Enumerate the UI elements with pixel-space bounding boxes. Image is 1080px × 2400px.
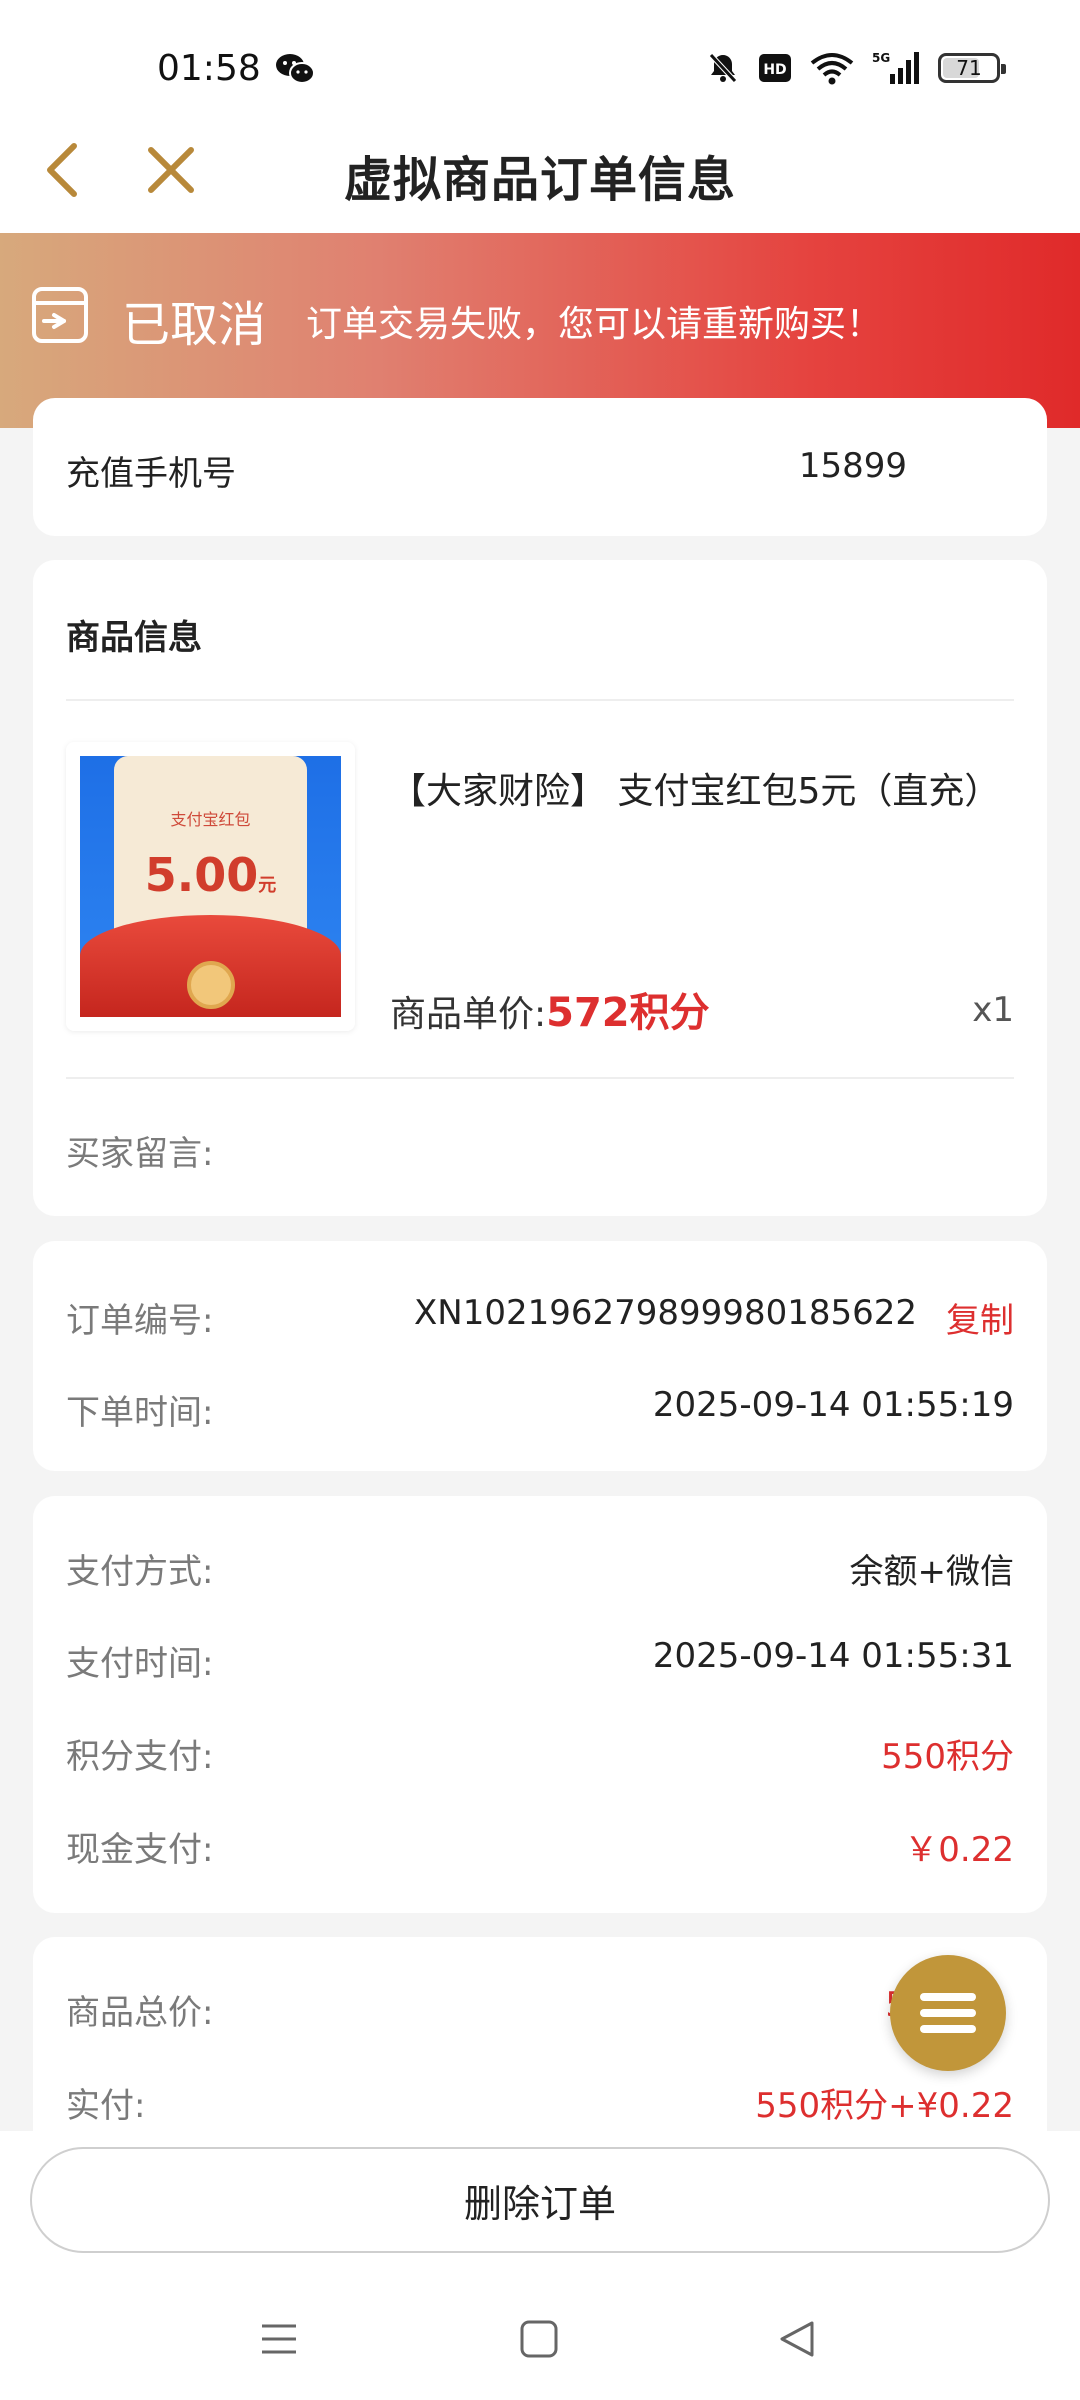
order-status-message: 订单交易失败，您可以请重新购买！: [306, 304, 883, 345]
order-number-value: XN10219627989998018562​2: [414, 1293, 917, 1333]
hd-icon: HD: [759, 54, 791, 82]
wechat-icon: [276, 54, 315, 84]
svg-text:HD: HD: [763, 62, 786, 78]
product-price: 商品单价:572积分: [390, 990, 710, 1036]
product-info-card: 商品信息 支付宝红包 5.00元 【大家财险】 支付宝红包5元（直充） 商品单价…: [33, 560, 1047, 1216]
payment-time-value: 2025-09-14 01:55:31: [652, 1636, 1014, 1676]
paid-value: 550积分+¥0.22: [755, 2086, 1014, 2126]
bottom-action-bar: 删除订单: [0, 2131, 1080, 2400]
paid-label: 实付:: [66, 2086, 146, 2126]
nav-home-icon[interactable]: [518, 2318, 560, 2360]
total-price-label: 商品总价:: [66, 1993, 214, 2033]
signal-5g-icon: 5G: [872, 51, 919, 84]
status-bar: 01:58 HD 5G 71: [0, 0, 1080, 130]
payment-method-value: 余额+微信: [849, 1552, 1015, 1592]
recharge-phone-value: 15899: [798, 446, 907, 486]
buyer-note-label: 买家留言:: [66, 1134, 214, 1174]
points-payment-value: 550积分: [881, 1737, 1014, 1777]
order-status-icon: [32, 287, 88, 343]
product-section-title: 商品信息: [66, 618, 202, 658]
wifi-icon: [810, 53, 854, 85]
nav-back-icon[interactable]: [776, 2318, 818, 2360]
payment-info-card: 支付方式: 余额+微信 支付时间: 2025-09-14 01:55:31 积分…: [33, 1496, 1047, 1913]
divider: [66, 699, 1014, 701]
order-number-label: 订单编号:: [66, 1301, 214, 1341]
page-title: 虚拟商品订单信息: [343, 152, 736, 208]
floating-menu-button[interactable]: [890, 1955, 1006, 2071]
menu-icon: [920, 1993, 976, 2033]
order-time-value: 2025-09-14 01:55:19: [652, 1385, 1014, 1425]
divider: [66, 1077, 1014, 1079]
points-payment-label: 积分支付:: [66, 1737, 214, 1777]
product-price-value: 572积分: [546, 990, 710, 1036]
battery-indicator: 71: [938, 53, 1006, 83]
order-detail-page: 01:58 HD 5G 71 虚拟商品订单信息 已取消 订单交易失败，您可以请重…: [0, 0, 1080, 2400]
product-quantity: x1: [972, 990, 1014, 1030]
payment-time-label: 支付时间:: [66, 1644, 214, 1684]
product-thumbnail[interactable]: 支付宝红包 5.00元: [66, 742, 355, 1031]
title-bar: 虚拟商品订单信息: [0, 130, 1080, 233]
svg-text:5G: 5G: [872, 51, 890, 65]
thumb-amount: 5.00元: [144, 848, 277, 902]
recharge-phone-card: 充值手机号 15899: [33, 398, 1047, 536]
product-name: 【大家财险】 支付宝红包5元（直充）: [390, 771, 1001, 812]
coin-icon: [187, 961, 235, 1009]
cash-payment-label: 现金支付:: [66, 1830, 214, 1870]
order-time-label: 下单时间:: [66, 1393, 214, 1433]
status-time: 01:58: [157, 48, 261, 89]
mute-bell-icon: [709, 53, 737, 83]
nav-menu-icon[interactable]: [258, 2318, 300, 2360]
order-status-text: 已取消: [122, 297, 267, 353]
status-icons: HD 5G 71: [706, 50, 1006, 86]
thumb-title: 支付宝红包: [170, 810, 251, 829]
order-info-card: 订单编号: XN10219627989998018562​2 复制 下单时间: …: [33, 1241, 1047, 1471]
delete-order-button[interactable]: 删除订单: [30, 2147, 1050, 2253]
copy-button[interactable]: 复制: [946, 1293, 1014, 1342]
recharge-phone-label: 充值手机号: [66, 454, 236, 494]
system-nav-bar: [0, 2306, 1080, 2386]
cash-payment-value: ￥0.22: [904, 1830, 1014, 1870]
payment-method-label: 支付方式:: [66, 1552, 214, 1592]
